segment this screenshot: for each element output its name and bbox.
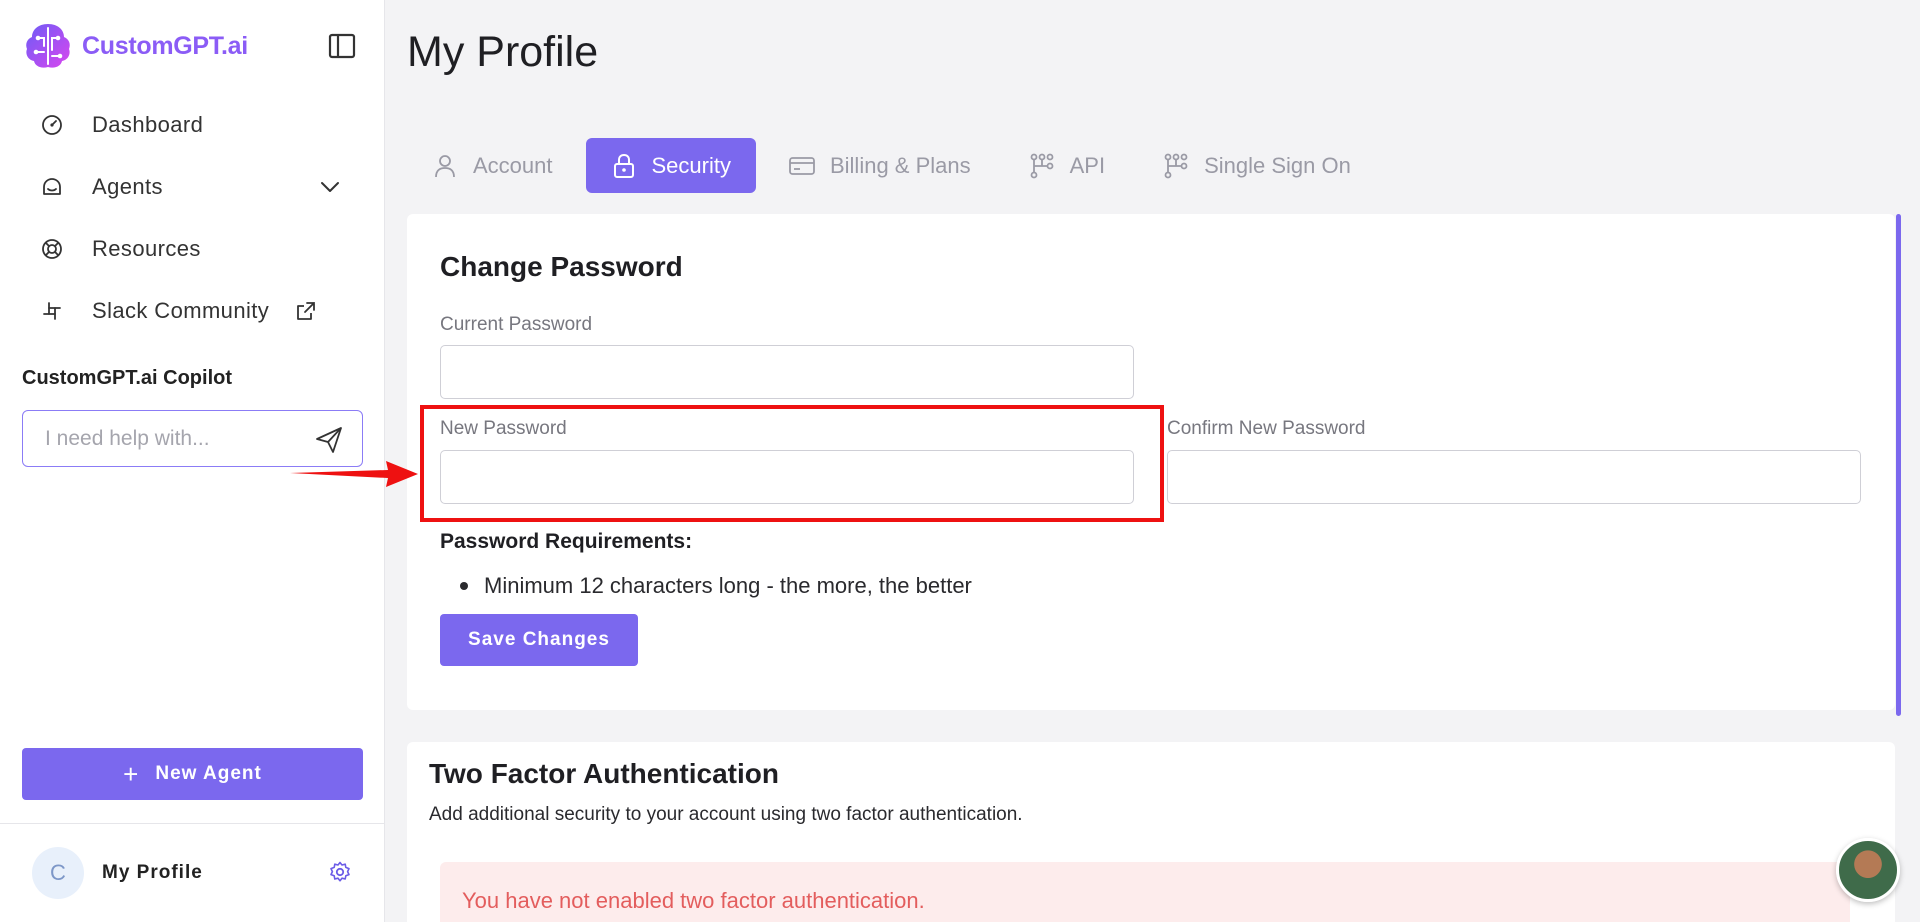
two-factor-title: Two Factor Authentication [429,758,779,789]
new-agent-label: New Agent [155,763,262,784]
two-factor-alert: You have not enabled two factor authenti… [440,862,1850,922]
sidebar-item-agents[interactable]: Agents [22,156,342,218]
copilot-input[interactable] [45,426,295,451]
external-link-icon [297,302,316,320]
brand-logo-icon [26,24,70,68]
avatar[interactable]: C [32,847,84,899]
plus-icon: + [123,759,140,789]
app-root: CustomGPT.ai Dashboard Agents Resources … [0,0,1920,922]
send-icon[interactable] [314,425,344,455]
new-agent-button[interactable]: + New Agent [22,748,363,800]
sidebar-item-label: Slack Community [92,298,270,323]
tab-account[interactable]: Account [407,138,578,193]
arrow-right-icon [290,461,418,487]
confirm-password-field[interactable] [1167,450,1861,504]
current-password-label: Current Password [440,314,593,335]
tab-label: API [1069,152,1106,178]
requirement-item: Minimum 12 characters long - the more, t… [460,573,972,599]
two-factor-description: Add additional security to your account … [429,804,1023,825]
sidebar-item-label: Agents [92,174,163,199]
scrollbar[interactable] [1896,214,1901,716]
agents-icon [43,178,61,195]
alert-text: You have not enabled two factor authenti… [462,888,925,913]
tab-billing-plans[interactable]: Billing & Plans [764,138,996,193]
tab-label: Billing & Plans [829,152,971,178]
sidebar-item-label: Resources [92,236,201,261]
tab-single-sign-on[interactable]: Single Sign On [1138,138,1376,193]
sidebar-nav: Dashboard Agents Resources Slack Communi… [22,94,342,342]
user-icon [435,154,455,177]
api-icon [1030,153,1054,178]
sidebar-item-resources[interactable]: Resources [22,218,342,280]
dashboard-icon [42,115,62,135]
save-changes-button[interactable]: Save Changes [440,614,638,666]
lock-icon [613,153,634,178]
tab-label: Account [473,152,553,178]
sidebar-item-slack-community[interactable]: Slack Community [22,280,342,342]
current-password-field[interactable] [440,345,1134,399]
sso-icon [1164,153,1188,178]
bullet [460,582,468,590]
support-chat-avatar[interactable] [1836,838,1900,902]
tab-label: Single Sign On [1204,152,1351,178]
tab-security[interactable]: Security [585,138,756,193]
requirements-title: Password Requirements: [440,530,693,553]
profile-tabs: Account Security Billing & Plans API Sin… [407,138,1384,193]
profile-bar: C My Profile [0,823,385,922]
confirm-password-label: Confirm New Password [1167,418,1366,439]
brand[interactable]: CustomGPT.ai [22,20,248,72]
slack-icon [43,302,61,320]
tab-label: Security [651,152,731,178]
gear-icon[interactable] [328,860,352,884]
profile-name[interactable]: My Profile [102,862,203,884]
requirement-text: Minimum 12 characters long - the more, t… [484,573,972,598]
copilot-title: CustomGPT.ai Copilot [22,367,232,389]
chevron-down-icon[interactable] [318,175,342,199]
brand-name: CustomGPT.ai [82,31,248,60]
page-title: My Profile [407,28,599,76]
change-password-title: Change Password [440,251,683,282]
highlight-box [420,405,1164,522]
tab-api[interactable]: API [1004,138,1130,193]
lifebuoy-icon [42,239,62,259]
sidebar-item-label: Dashboard [92,112,204,137]
credit-card-icon [789,156,815,175]
sidebar-toggle-icon[interactable] [328,33,356,59]
sidebar-item-dashboard[interactable]: Dashboard [22,94,342,156]
